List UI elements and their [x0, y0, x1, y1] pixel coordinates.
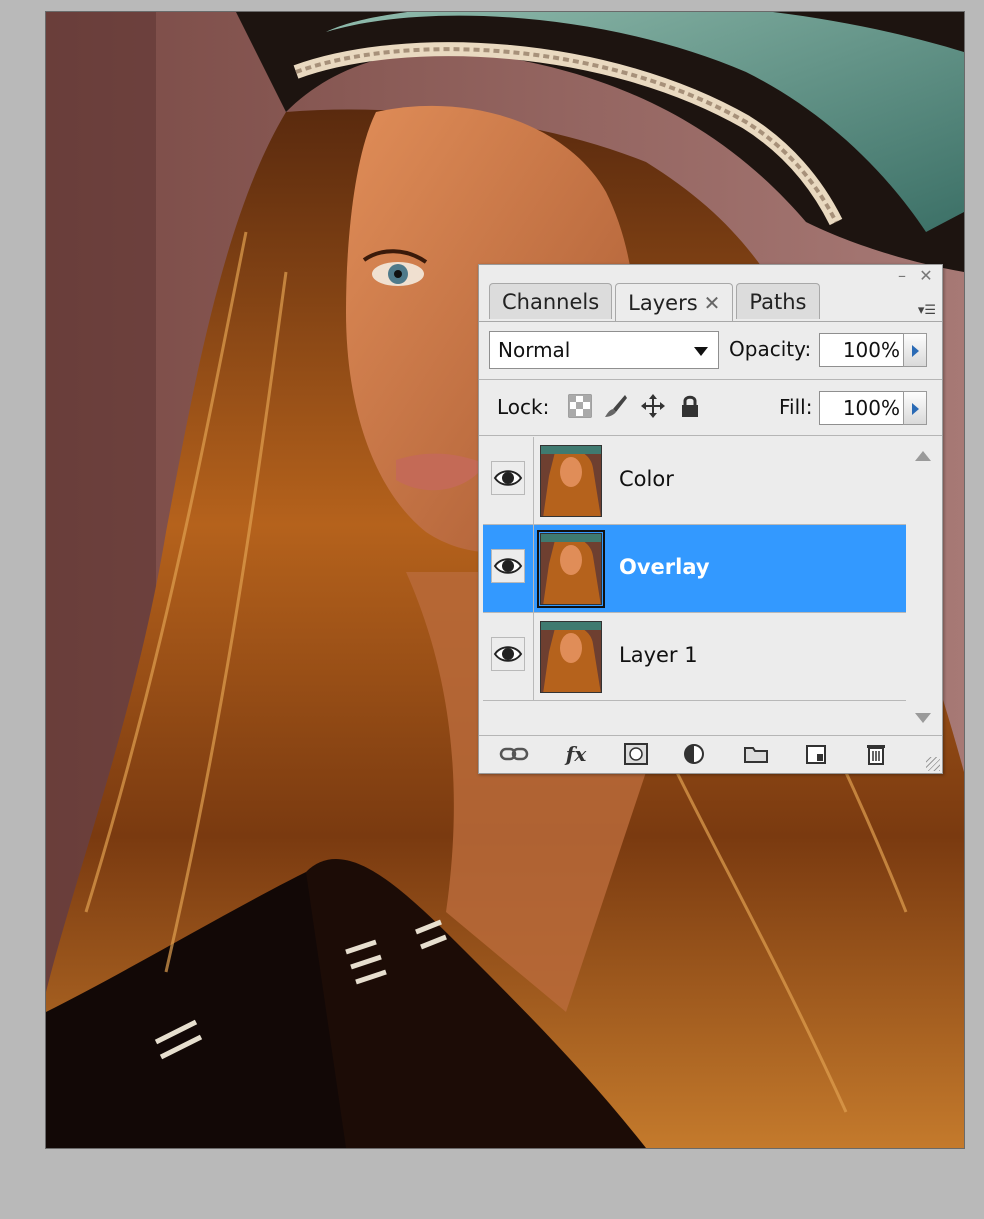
tab-paths[interactable]: Paths: [736, 283, 820, 319]
resize-grip-icon[interactable]: [926, 757, 940, 771]
fill-label: Fill:: [779, 395, 813, 419]
layers-panel: – ✕ Channels Layers ✕ Paths ▾☰ Normal Opa…: [478, 264, 943, 774]
fill-input[interactable]: 100%: [819, 391, 907, 425]
delete-layer-icon[interactable]: [861, 742, 891, 766]
layer-row-layer-1[interactable]: Layer 1: [483, 613, 906, 701]
minimize-panel-button[interactable]: –: [892, 267, 912, 285]
fx-icon[interactable]: fx: [561, 742, 591, 766]
new-layer-icon[interactable]: [801, 742, 831, 766]
scroll-up-icon[interactable]: [915, 451, 931, 461]
new-group-icon[interactable]: [741, 742, 771, 766]
layers-list: Color Overlay Layer 1: [483, 437, 906, 703]
blend-mode-value: Normal: [498, 338, 571, 362]
layer-name: Layer 1: [619, 643, 698, 667]
close-panel-button[interactable]: ✕: [916, 267, 936, 285]
divider: [533, 525, 534, 612]
scroll-down-icon[interactable]: [915, 713, 931, 723]
tab-layers[interactable]: Layers ✕: [615, 283, 734, 321]
chevron-down-icon: [694, 347, 708, 356]
lock-image-pixels-icon[interactable]: [603, 393, 629, 419]
blend-mode-select[interactable]: Normal: [489, 331, 719, 369]
layers-bottom-bar: fx: [479, 735, 942, 772]
opacity-input[interactable]: 100%: [819, 333, 907, 367]
tab-layers-label: Layers: [628, 290, 698, 315]
tab-channels-label: Channels: [502, 289, 600, 314]
link-layers-icon[interactable]: [499, 742, 529, 766]
visibility-eye-icon[interactable]: [491, 461, 525, 495]
layer-row-color[interactable]: Color: [483, 437, 906, 525]
visibility-eye-icon[interactable]: [491, 549, 525, 583]
layer-name: Color: [619, 467, 674, 491]
layer-thumbnail: [540, 621, 602, 693]
layer-name: Overlay: [619, 555, 710, 579]
layer-mask-icon[interactable]: [621, 742, 651, 766]
opacity-label: Opacity:: [729, 337, 812, 361]
tab-channels[interactable]: Channels: [489, 283, 613, 319]
tab-paths-label: Paths: [749, 289, 807, 314]
layer-thumbnail: [537, 530, 605, 608]
opacity-slider-button[interactable]: [903, 333, 927, 367]
divider: [479, 379, 942, 380]
lock-all-icon[interactable]: [677, 393, 703, 419]
lock-label: Lock:: [497, 395, 550, 419]
panel-menu-icon[interactable]: ▾☰: [906, 303, 936, 321]
adjustment-layer-icon[interactable]: [681, 742, 711, 766]
tab-divider: [479, 321, 942, 322]
divider: [533, 613, 534, 700]
divider: [479, 435, 942, 436]
layers-scrollbar[interactable]: [908, 437, 938, 729]
lock-position-icon[interactable]: [640, 393, 666, 419]
layer-thumbnail: [540, 445, 602, 517]
visibility-eye-icon[interactable]: [491, 637, 525, 671]
tab-close-icon[interactable]: ✕: [704, 285, 721, 321]
layer-row-overlay[interactable]: Overlay: [483, 525, 906, 613]
lock-transparent-pixels-icon[interactable]: [567, 393, 593, 419]
panel-tabs: Channels Layers ✕ Paths: [489, 283, 823, 321]
divider: [533, 437, 534, 524]
fill-slider-button[interactable]: [903, 391, 927, 425]
